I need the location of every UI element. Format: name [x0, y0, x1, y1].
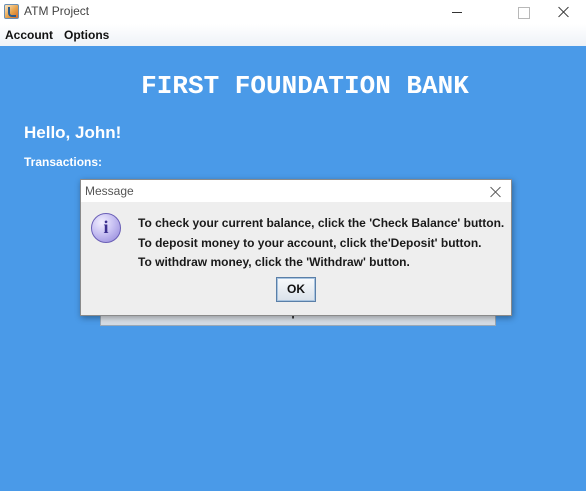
window-titlebar[interactable]: ATM Project	[0, 0, 586, 24]
dialog-close-button[interactable]	[489, 185, 503, 199]
menu-options[interactable]: Options	[64, 28, 109, 42]
close-icon	[490, 186, 502, 198]
java-cup-icon	[4, 4, 19, 19]
ok-button[interactable]: OK	[276, 277, 316, 302]
greeting: Hello, John!	[24, 123, 122, 142]
message-line-deposit: To deposit money to your account, click …	[138, 236, 482, 250]
message-dialog: Message i To check your current balance,…	[80, 179, 512, 316]
bank-title: FIRST FOUNDATION BANK	[141, 71, 469, 101]
minimize-button[interactable]	[434, 0, 480, 24]
dialog-title: Message	[85, 184, 134, 198]
message-line-balance: To check your current balance, click the…	[138, 216, 505, 230]
close-icon	[558, 6, 570, 18]
message-line-withdraw: To withdraw money, click the 'Withdraw' …	[138, 255, 410, 269]
menu-account[interactable]: Account	[5, 28, 53, 42]
menu-bar: Account Options	[0, 24, 586, 46]
info-glyph: i	[103, 217, 109, 237]
close-button[interactable]	[540, 0, 586, 24]
window-title: ATM Project	[24, 4, 90, 18]
transactions-label: Transactions:	[24, 155, 103, 169]
dialog-titlebar[interactable]: Message	[81, 180, 511, 202]
info-icon: i	[91, 213, 121, 243]
